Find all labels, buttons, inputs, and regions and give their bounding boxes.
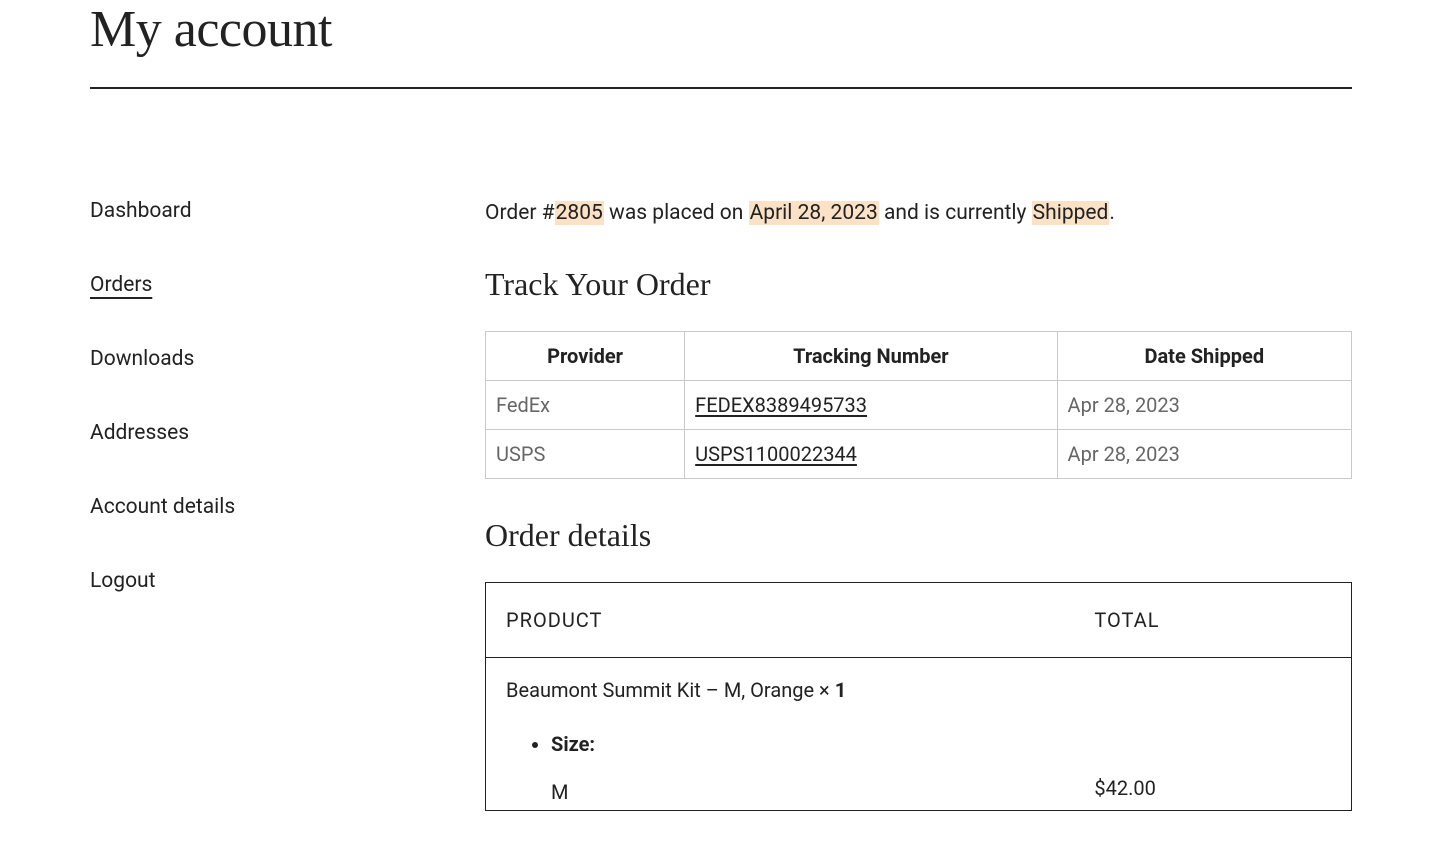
th-date: Date Shipped: [1057, 332, 1351, 381]
tracking-link[interactable]: FEDEX8389495733: [695, 393, 867, 417]
cell-provider: FedEx: [486, 381, 685, 430]
order-status: Shipped: [1032, 201, 1110, 225]
cell-total: $42.00: [1074, 658, 1351, 811]
order-mid2: and is currently: [879, 201, 1032, 225]
nav-addresses[interactable]: Addresses: [90, 421, 189, 445]
account-nav: Dashboard Orders Downloads Addresses Acc…: [90, 199, 485, 811]
details-row: Beaumont Summit Kit – M, Orange × 1 Size…: [486, 658, 1352, 811]
th-provider: Provider: [486, 332, 685, 381]
order-details-table: PRODUCT TOTAL Beaumont Summit Kit – M, O…: [485, 582, 1352, 811]
cell-provider: USPS: [486, 430, 685, 479]
th-product: PRODUCT: [486, 583, 1075, 658]
tracking-row: USPS USPS1100022344 Apr 28, 2023: [486, 430, 1352, 479]
cell-date: Apr 28, 2023: [1057, 430, 1351, 479]
order-mid1: was placed on: [604, 201, 749, 225]
th-tracking: Tracking Number: [685, 332, 1057, 381]
product-name-line: Beaumont Summit Kit – M, Orange × 1: [506, 678, 1054, 702]
product-name: Beaumont Summit Kit – M, Orange: [506, 678, 819, 702]
cell-product: Beaumont Summit Kit – M, Orange × 1 Size…: [486, 658, 1075, 811]
order-number: 2805: [555, 201, 604, 225]
th-total: TOTAL: [1074, 583, 1351, 658]
content: Order #2805 was placed on April 28, 2023…: [485, 199, 1352, 811]
order-date: April 28, 2023: [749, 201, 879, 225]
nav-dashboard[interactable]: Dashboard: [90, 199, 192, 223]
variation-value: M: [551, 780, 1054, 804]
order-summary: Order #2805 was placed on April 28, 2023…: [485, 199, 1352, 228]
product-qty: 1: [835, 678, 846, 702]
tracking-row: FedEx FEDEX8389495733 Apr 28, 2023: [486, 381, 1352, 430]
tracking-header-row: Provider Tracking Number Date Shipped: [486, 332, 1352, 381]
tracking-link[interactable]: USPS1100022344: [695, 442, 857, 466]
page-title: My account: [90, 0, 1352, 89]
variation-label: Size:: [551, 732, 595, 756]
track-heading: Track Your Order: [485, 266, 1352, 303]
qty-times: ×: [819, 678, 835, 702]
nav-orders[interactable]: Orders: [90, 273, 152, 297]
order-suffix: .: [1109, 201, 1115, 225]
nav-account-details[interactable]: Account details: [90, 495, 235, 519]
variation-list: Size: M: [506, 732, 1054, 804]
nav-downloads[interactable]: Downloads: [90, 347, 194, 371]
layout: Dashboard Orders Downloads Addresses Acc…: [90, 199, 1352, 811]
details-heading: Order details: [485, 517, 1352, 554]
variation-size: Size: M: [551, 732, 1054, 804]
nav-logout[interactable]: Logout: [90, 569, 156, 593]
details-header-row: PRODUCT TOTAL: [486, 583, 1352, 658]
order-prefix: Order #: [485, 201, 555, 225]
cell-date: Apr 28, 2023: [1057, 381, 1351, 430]
tracking-table: Provider Tracking Number Date Shipped Fe…: [485, 331, 1352, 479]
